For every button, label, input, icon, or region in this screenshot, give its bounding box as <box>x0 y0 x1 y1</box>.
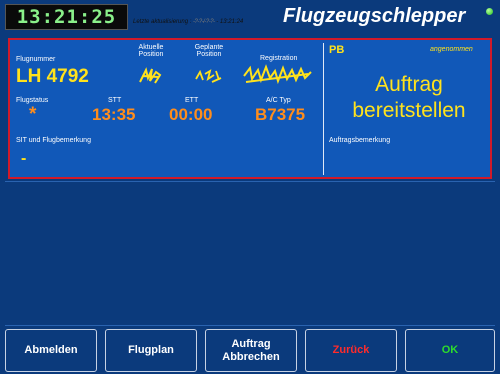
flight-number-label: Flugnummer <box>16 56 56 63</box>
current-position-scribble <box>139 67 162 84</box>
order-remark-label: Auftragsbemerkung <box>329 137 391 144</box>
planned-position-scribble <box>195 69 222 83</box>
planned-position-label: Geplante Position <box>191 44 227 58</box>
order-text: Auftrag bereitstellen <box>328 72 490 124</box>
back-button[interactable]: Zurück <box>305 329 397 372</box>
ett-label: ETT <box>185 97 199 104</box>
ac-type-label: A/C Typ <box>266 97 291 104</box>
cancel-order-button[interactable]: Auftrag Abbrechen <box>205 329 297 372</box>
ett-value: 00:00 <box>169 105 213 124</box>
pb-code: PB <box>329 44 345 56</box>
flight-status-label: Flugstatus <box>16 97 49 104</box>
flight-panel: Flugnummer LH 4792 Aktuelle Position Gep… <box>8 38 492 179</box>
planned-position-label-line2: Position <box>196 51 222 58</box>
order-text-line1: Auftrag <box>375 73 443 96</box>
order-text-line2: bereitstellen <box>352 99 466 122</box>
status-led-icon <box>486 8 493 15</box>
registration-scribble <box>243 64 312 85</box>
ok-button[interactable]: OK <box>405 329 495 372</box>
planned-position-label-line1: Geplante <box>194 44 224 51</box>
panel-divider <box>323 43 324 175</box>
current-position-label-line1: Aktuelle <box>138 44 164 51</box>
sit-remark-label: SIT und Flugbemerkung <box>16 137 91 144</box>
stt-value: 13:35 <box>92 105 136 124</box>
registration-label: Registration <box>260 55 298 62</box>
cancel-order-label-line2: Abbrechen <box>222 350 280 363</box>
cancel-order-label-line1: Auftrag <box>231 337 271 350</box>
flight-number: LH 4792 <box>16 66 89 87</box>
flightplan-button[interactable]: Flugplan <box>105 329 197 372</box>
last-update-info: Letzte aktualisierung : -?-?-/-?-?- - 13… <box>133 19 243 25</box>
clock-display: 13:21:25 <box>5 4 128 30</box>
last-update-label: Letzte aktualisierung : <box>133 19 192 25</box>
flight-status-value: * <box>29 104 37 125</box>
app-title: Flugzeugschlepper <box>283 5 466 27</box>
stt-label: STT <box>108 97 122 104</box>
sit-remark-value: - <box>21 150 27 167</box>
logout-button[interactable]: Abmelden <box>5 329 97 372</box>
current-position-label-line2: Position <box>138 51 164 58</box>
current-position-label: Aktuelle Position <box>134 44 168 58</box>
last-update-time: - 13:21:24 <box>216 19 244 25</box>
last-update-scribble: -?-?-/-?-?- <box>193 19 215 25</box>
order-state: angenommen <box>430 46 473 53</box>
content-area <box>5 181 495 326</box>
ac-type-value: B7375 <box>255 105 306 124</box>
